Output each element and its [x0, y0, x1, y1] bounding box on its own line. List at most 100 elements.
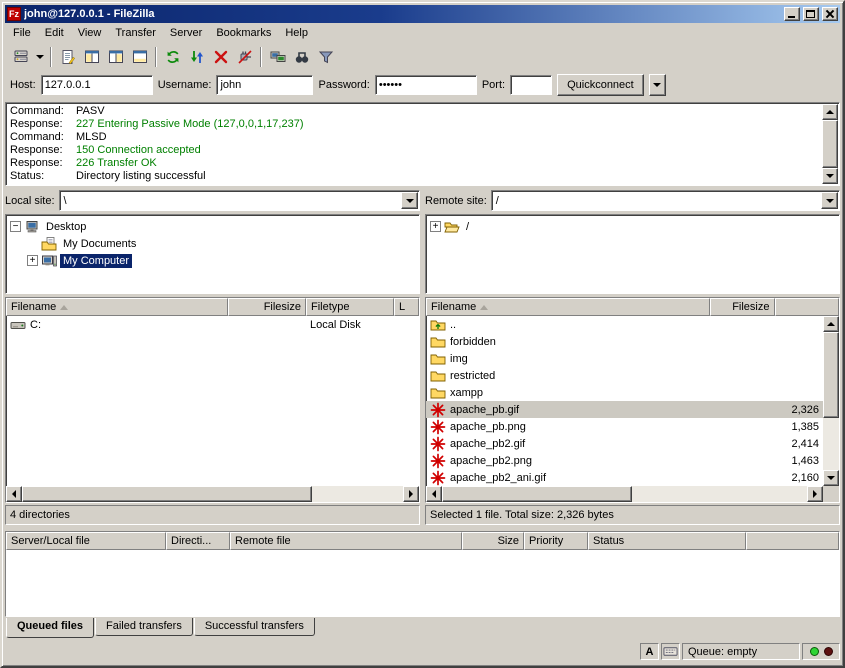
directory-comparison-button[interactable] [266, 45, 289, 68]
remote-site-combo[interactable]: / [491, 190, 840, 211]
local-directory-tree[interactable]: − Desktop My Documents + My Computer [5, 214, 420, 294]
close-button[interactable] [822, 7, 838, 21]
scrollbar-thumb[interactable] [822, 120, 838, 168]
file-row-parent-dir[interactable]: .. [426, 316, 823, 333]
scrollbar-thumb[interactable] [823, 332, 839, 418]
quickconnect-dropdown[interactable] [649, 74, 666, 96]
queue-body[interactable] [6, 550, 839, 616]
remote-list-header: Filename Filesize [426, 298, 839, 316]
title-bar[interactable]: Fz john@127.0.0.1 - FileZilla [5, 5, 840, 23]
directory-row[interactable]: img [426, 350, 823, 367]
filesize-column-header[interactable]: Filesize [228, 298, 306, 316]
local-list-body[interactable]: C: Local Disk [6, 316, 419, 486]
combo-dropdown-button[interactable] [821, 192, 838, 209]
port-input[interactable] [510, 75, 552, 95]
toggle-local-tree-button[interactable] [80, 45, 103, 68]
refresh-button[interactable] [161, 45, 184, 68]
remote-vertical-scrollbar[interactable] [823, 316, 839, 486]
local-site-value: \ [64, 195, 67, 207]
directory-row[interactable]: forbidden [426, 333, 823, 350]
priority-column-header[interactable]: Priority [524, 532, 588, 550]
expand-expander[interactable]: + [27, 255, 38, 266]
menu-view[interactable]: View [71, 24, 109, 42]
size-column-header[interactable]: Size [462, 532, 524, 550]
scroll-down-button[interactable] [823, 470, 839, 486]
tab-successful-transfers[interactable]: Successful transfers [194, 618, 315, 636]
maximize-button[interactable] [803, 7, 819, 21]
disconnect-button[interactable] [233, 45, 256, 68]
tree-item-my-computer[interactable]: + My Computer [10, 252, 417, 269]
collapse-expander[interactable]: − [10, 221, 21, 232]
remote-file-list[interactable]: Filename Filesize .. forbidden img [425, 297, 840, 503]
minimize-button[interactable] [784, 7, 800, 21]
maximize-icon [806, 10, 815, 18]
site-manager-dropdown[interactable] [33, 45, 46, 68]
tree-item-root[interactable]: + / [430, 218, 837, 235]
menu-server[interactable]: Server [163, 24, 209, 42]
scrollbar-thumb[interactable] [22, 486, 312, 502]
find-files-button[interactable] [290, 45, 313, 68]
process-queue-button[interactable] [185, 45, 208, 68]
status-column-header[interactable]: Status [588, 532, 746, 550]
menu-help[interactable]: Help [278, 24, 315, 42]
quickconnect-button[interactable]: Quickconnect [557, 74, 644, 96]
remote-horizontal-scrollbar[interactable] [426, 486, 839, 502]
host-input[interactable] [41, 75, 153, 95]
scroll-left-button[interactable] [6, 486, 22, 502]
file-row[interactable]: apache_pb2.gif 2,414 [426, 435, 823, 452]
local-file-list[interactable]: Filename Filesize Filetype L C: Local Di… [5, 297, 420, 503]
scroll-up-button[interactable] [823, 316, 839, 332]
remote-directory-tree[interactable]: + / [425, 214, 840, 294]
file-row[interactable]: apache_pb2_ani.gif 2,160 [426, 469, 823, 486]
scroll-down-button[interactable] [822, 168, 838, 184]
toggle-remote-tree-button[interactable] [104, 45, 127, 68]
tab-queued-files[interactable]: Queued files [6, 618, 94, 638]
site-manager-button[interactable] [9, 45, 32, 68]
transfer-queue[interactable]: Server/Local file Directi... Remote file… [5, 531, 840, 617]
server-local-file-column-header[interactable]: Server/Local file [6, 532, 166, 550]
direction-column-header[interactable]: Directi... [166, 532, 230, 550]
tree-item-my-documents[interactable]: My Documents [10, 235, 417, 252]
file-row[interactable]: apache_pb2.png 1,463 [426, 452, 823, 469]
header-filler [746, 532, 839, 550]
directory-row[interactable]: restricted [426, 367, 823, 384]
toggle-transfer-queue-button[interactable] [128, 45, 151, 68]
file-row-selected[interactable]: apache_pb.gif 2,326 [426, 401, 823, 418]
directory-row[interactable]: xampp [426, 384, 823, 401]
filesize-column-header[interactable]: Filesize [710, 298, 775, 316]
scroll-right-button[interactable] [403, 486, 419, 502]
combo-dropdown-button[interactable] [401, 192, 418, 209]
toggle-message-log-button[interactable] [56, 45, 79, 68]
log-scrollbar[interactable] [822, 104, 838, 184]
cancel-button[interactable] [209, 45, 232, 68]
password-input[interactable] [375, 75, 477, 95]
filter-button[interactable] [314, 45, 337, 68]
scroll-right-button[interactable] [807, 486, 823, 502]
image-file-icon [430, 419, 446, 435]
status-bar: A Queue: empty [5, 640, 840, 663]
menu-edit[interactable]: Edit [38, 24, 71, 42]
filename-column-header[interactable]: Filename [6, 298, 228, 316]
open-folder-icon [444, 219, 460, 235]
scroll-left-button[interactable] [426, 486, 442, 502]
file-row-c-drive[interactable]: C: Local Disk [6, 316, 419, 333]
message-log[interactable]: Command:PASV Response:227 Entering Passi… [5, 102, 840, 186]
remote-file-column-header[interactable]: Remote file [230, 532, 462, 550]
filetype-column-header[interactable]: Filetype [306, 298, 394, 316]
username-input[interactable] [216, 75, 313, 95]
local-site-combo[interactable]: \ [59, 190, 420, 211]
tree-item-desktop[interactable]: − Desktop [10, 218, 417, 235]
menu-transfer[interactable]: Transfer [108, 24, 163, 42]
chevron-down-icon [653, 83, 661, 87]
scroll-up-button[interactable] [822, 104, 838, 120]
local-horizontal-scrollbar[interactable] [6, 486, 419, 502]
menu-file[interactable]: File [6, 24, 38, 42]
expand-expander[interactable]: + [430, 221, 441, 232]
menu-bookmarks[interactable]: Bookmarks [209, 24, 278, 42]
file-row[interactable]: apache_pb.png 1,385 [426, 418, 823, 435]
scrollbar-thumb[interactable] [442, 486, 632, 502]
remote-list-body[interactable]: .. forbidden img restricted xampp [426, 316, 839, 486]
last-modified-column-header[interactable]: L [394, 298, 419, 316]
filename-column-header[interactable]: Filename [426, 298, 710, 316]
tab-failed-transfers[interactable]: Failed transfers [95, 618, 193, 636]
